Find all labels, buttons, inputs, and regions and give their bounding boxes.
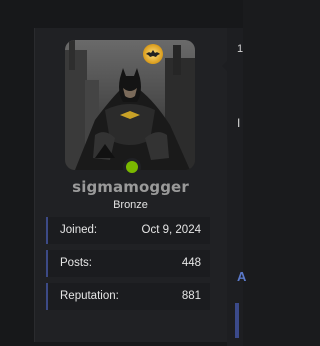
post-text-fragment: I — [237, 116, 241, 130]
quote-bar — [235, 303, 239, 338]
post-content-panel: 1 I A — [222, 28, 246, 346]
stat-reputation-value[interactable]: 881 — [182, 290, 201, 302]
post-link-fragment[interactable]: A — [237, 269, 246, 284]
stat-joined-label: Joined: — [60, 224, 98, 236]
stat-posts-label: Posts: — [60, 257, 92, 269]
stat-joined: Joined: Oct 9, 2024 — [46, 217, 210, 244]
panel-arrow — [222, 60, 228, 72]
user-avatar[interactable] — [65, 40, 195, 170]
stat-reputation: Reputation: 881 — [46, 283, 210, 310]
batman-avatar-image — [65, 40, 195, 170]
stat-posts-value[interactable]: 448 — [182, 257, 201, 269]
stat-reputation-label: Reputation: — [60, 290, 119, 302]
stat-posts: Posts: 448 — [46, 250, 210, 277]
username[interactable]: sigmamogger — [34, 178, 227, 196]
post-date-fragment: 1 — [237, 43, 244, 55]
user-rank: Bronze — [113, 199, 148, 211]
stat-joined-value: Oct 9, 2024 — [141, 224, 201, 236]
online-status-indicator — [123, 158, 141, 176]
